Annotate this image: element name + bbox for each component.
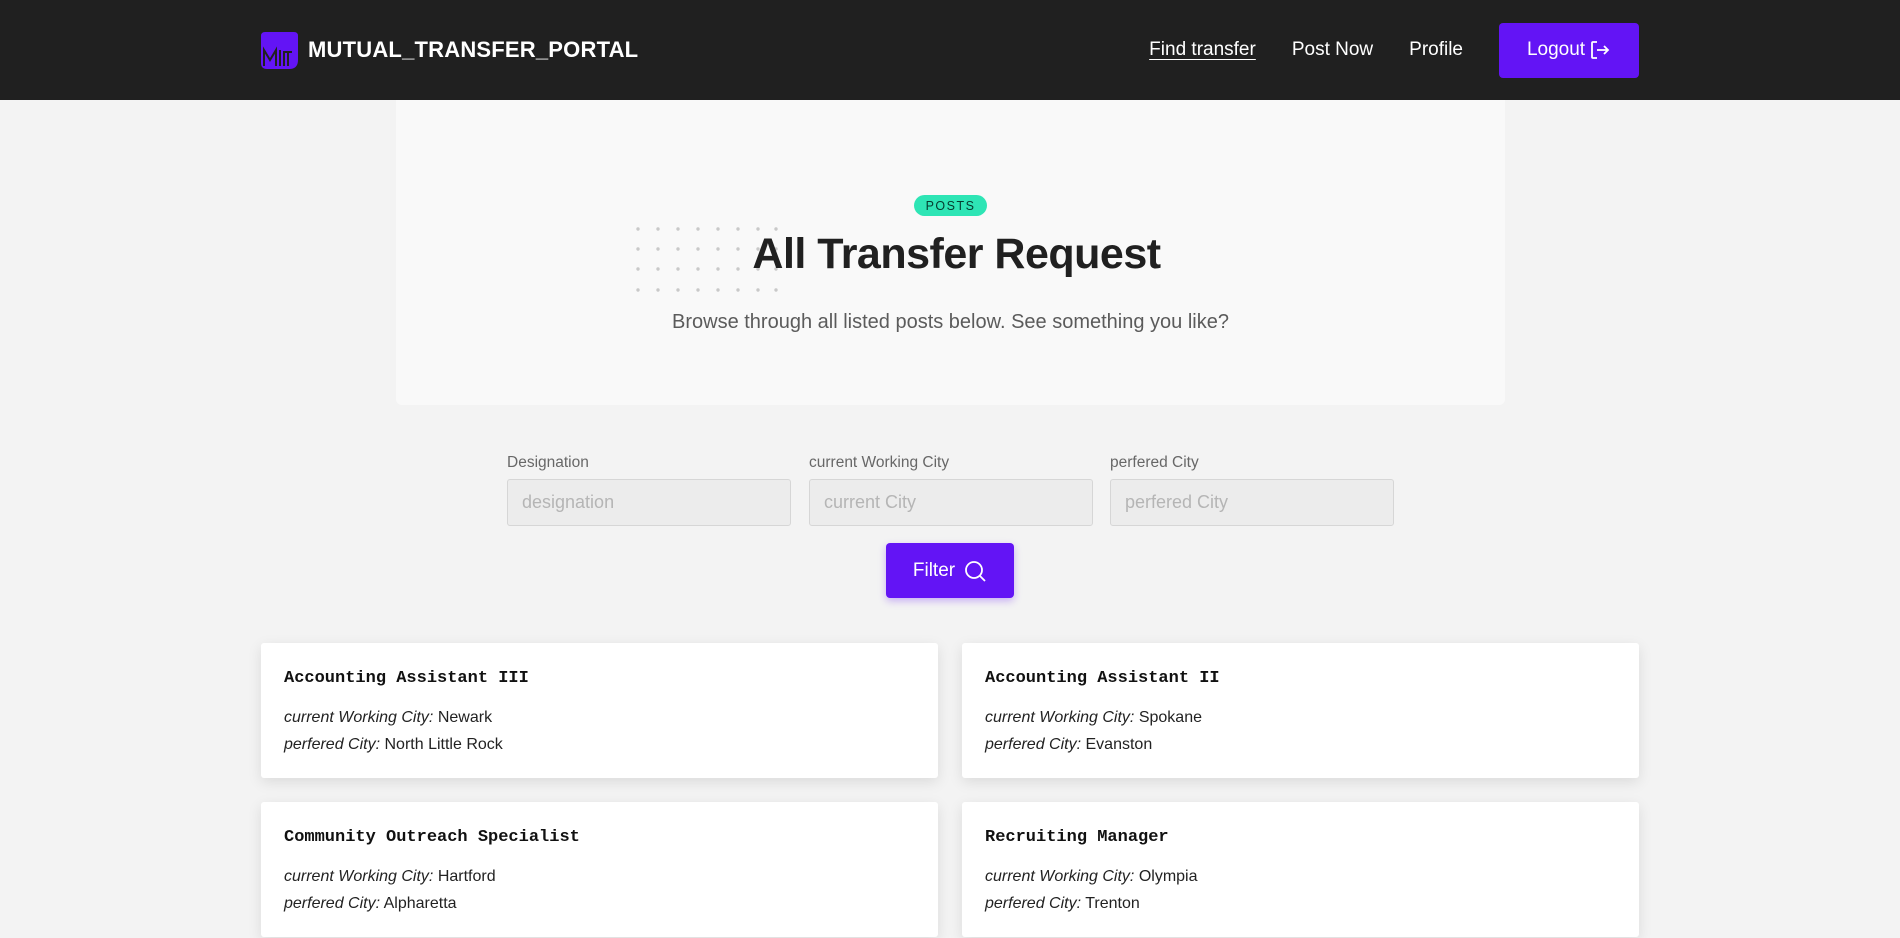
post-designation: Community Outreach Specialist xyxy=(284,828,580,847)
preferred-city-value: Alpharetta xyxy=(383,895,457,912)
main-nav: Find transfer Post Now Profile Logout xyxy=(1149,0,1639,100)
current-city-key: current Working City: xyxy=(985,709,1135,726)
preferred-city-value: North Little Rock xyxy=(384,736,503,753)
post-preferred-city: perfered City: North Little Rock xyxy=(284,731,915,758)
current-city-input[interactable] xyxy=(809,479,1093,526)
post-preferred-city: perfered City: Alpharetta xyxy=(284,890,915,917)
current-city-filter: current Working City xyxy=(809,454,1093,526)
post-card[interactable]: Accounting Assistant II current Working … xyxy=(962,643,1639,778)
preferred-city-value: Evanston xyxy=(1085,736,1153,753)
post-card[interactable]: Community Outreach Specialist current Wo… xyxy=(261,802,938,937)
brand-name: MUTUAL_TRANSFER_PORTAL xyxy=(308,37,639,62)
logout-button[interactable]: Logout xyxy=(1499,22,1639,78)
preferred-city-input[interactable] xyxy=(1110,479,1394,526)
current-city-label: current Working City xyxy=(809,454,950,471)
top-navbar: MUTUAL_TRANSFER_PORTAL Find transfer Pos… xyxy=(0,0,1900,100)
current-city-value: Newark xyxy=(437,709,493,726)
page-subtitle: Browse through all listed posts below. S… xyxy=(672,311,1229,333)
post-preferred-city: perfered City: Trenton xyxy=(985,890,1616,917)
logout-icon xyxy=(1591,41,1610,59)
current-city-value: Spokane xyxy=(1138,709,1202,726)
search-icon xyxy=(965,560,986,582)
designation-label: Designation xyxy=(507,454,589,471)
portal-logo-icon xyxy=(261,31,298,69)
nav-post-now[interactable]: Post Now xyxy=(1292,39,1373,61)
page-title: All Transfer Request xyxy=(752,230,1161,278)
designation-filter: Designation xyxy=(507,454,791,526)
post-preferred-city: perfered City: Evanston xyxy=(985,731,1616,758)
nav-find-transfer[interactable]: Find transfer xyxy=(1149,39,1256,61)
post-card[interactable]: Accounting Assistant III current Working… xyxy=(261,643,938,778)
filter-label: Filter xyxy=(912,559,956,581)
post-card[interactable]: Recruiting Manager current Working City:… xyxy=(962,802,1639,937)
post-designation: Accounting Assistant III xyxy=(284,669,529,688)
logout-label: Logout xyxy=(1526,39,1586,60)
preferred-city-filter: perfered City xyxy=(1110,454,1394,526)
preferred-city-key: perfered City: xyxy=(284,895,381,912)
preferred-city-key: perfered City: xyxy=(284,736,381,753)
nav-profile[interactable]: Profile xyxy=(1409,39,1463,61)
current-city-value: Olympia xyxy=(1138,868,1198,885)
post-current-city: current Working City: Hartford xyxy=(284,863,915,890)
post-designation: Recruiting Manager xyxy=(985,828,1169,847)
post-current-city: current Working City: Spokane xyxy=(985,704,1616,731)
preferred-city-label: perfered City xyxy=(1110,454,1199,471)
preferred-city-key: perfered City: xyxy=(985,895,1082,912)
current-city-key: current Working City: xyxy=(284,868,434,885)
posts-badge: POSTS xyxy=(914,195,987,216)
filter-button[interactable]: Filter xyxy=(886,543,1014,598)
post-designation: Accounting Assistant II xyxy=(985,669,1220,688)
post-current-city: current Working City: Olympia xyxy=(985,863,1616,890)
current-city-value: Hartford xyxy=(437,868,496,885)
preferred-city-value: Trenton xyxy=(1085,895,1140,912)
designation-input[interactable] xyxy=(507,479,791,526)
post-current-city: current Working City: Newark xyxy=(284,704,915,731)
current-city-key: current Working City: xyxy=(985,868,1135,885)
current-city-key: current Working City: xyxy=(284,709,434,726)
preferred-city-key: perfered City: xyxy=(985,736,1082,753)
brand[interactable]: MUTUAL_TRANSFER_PORTAL xyxy=(261,31,638,69)
